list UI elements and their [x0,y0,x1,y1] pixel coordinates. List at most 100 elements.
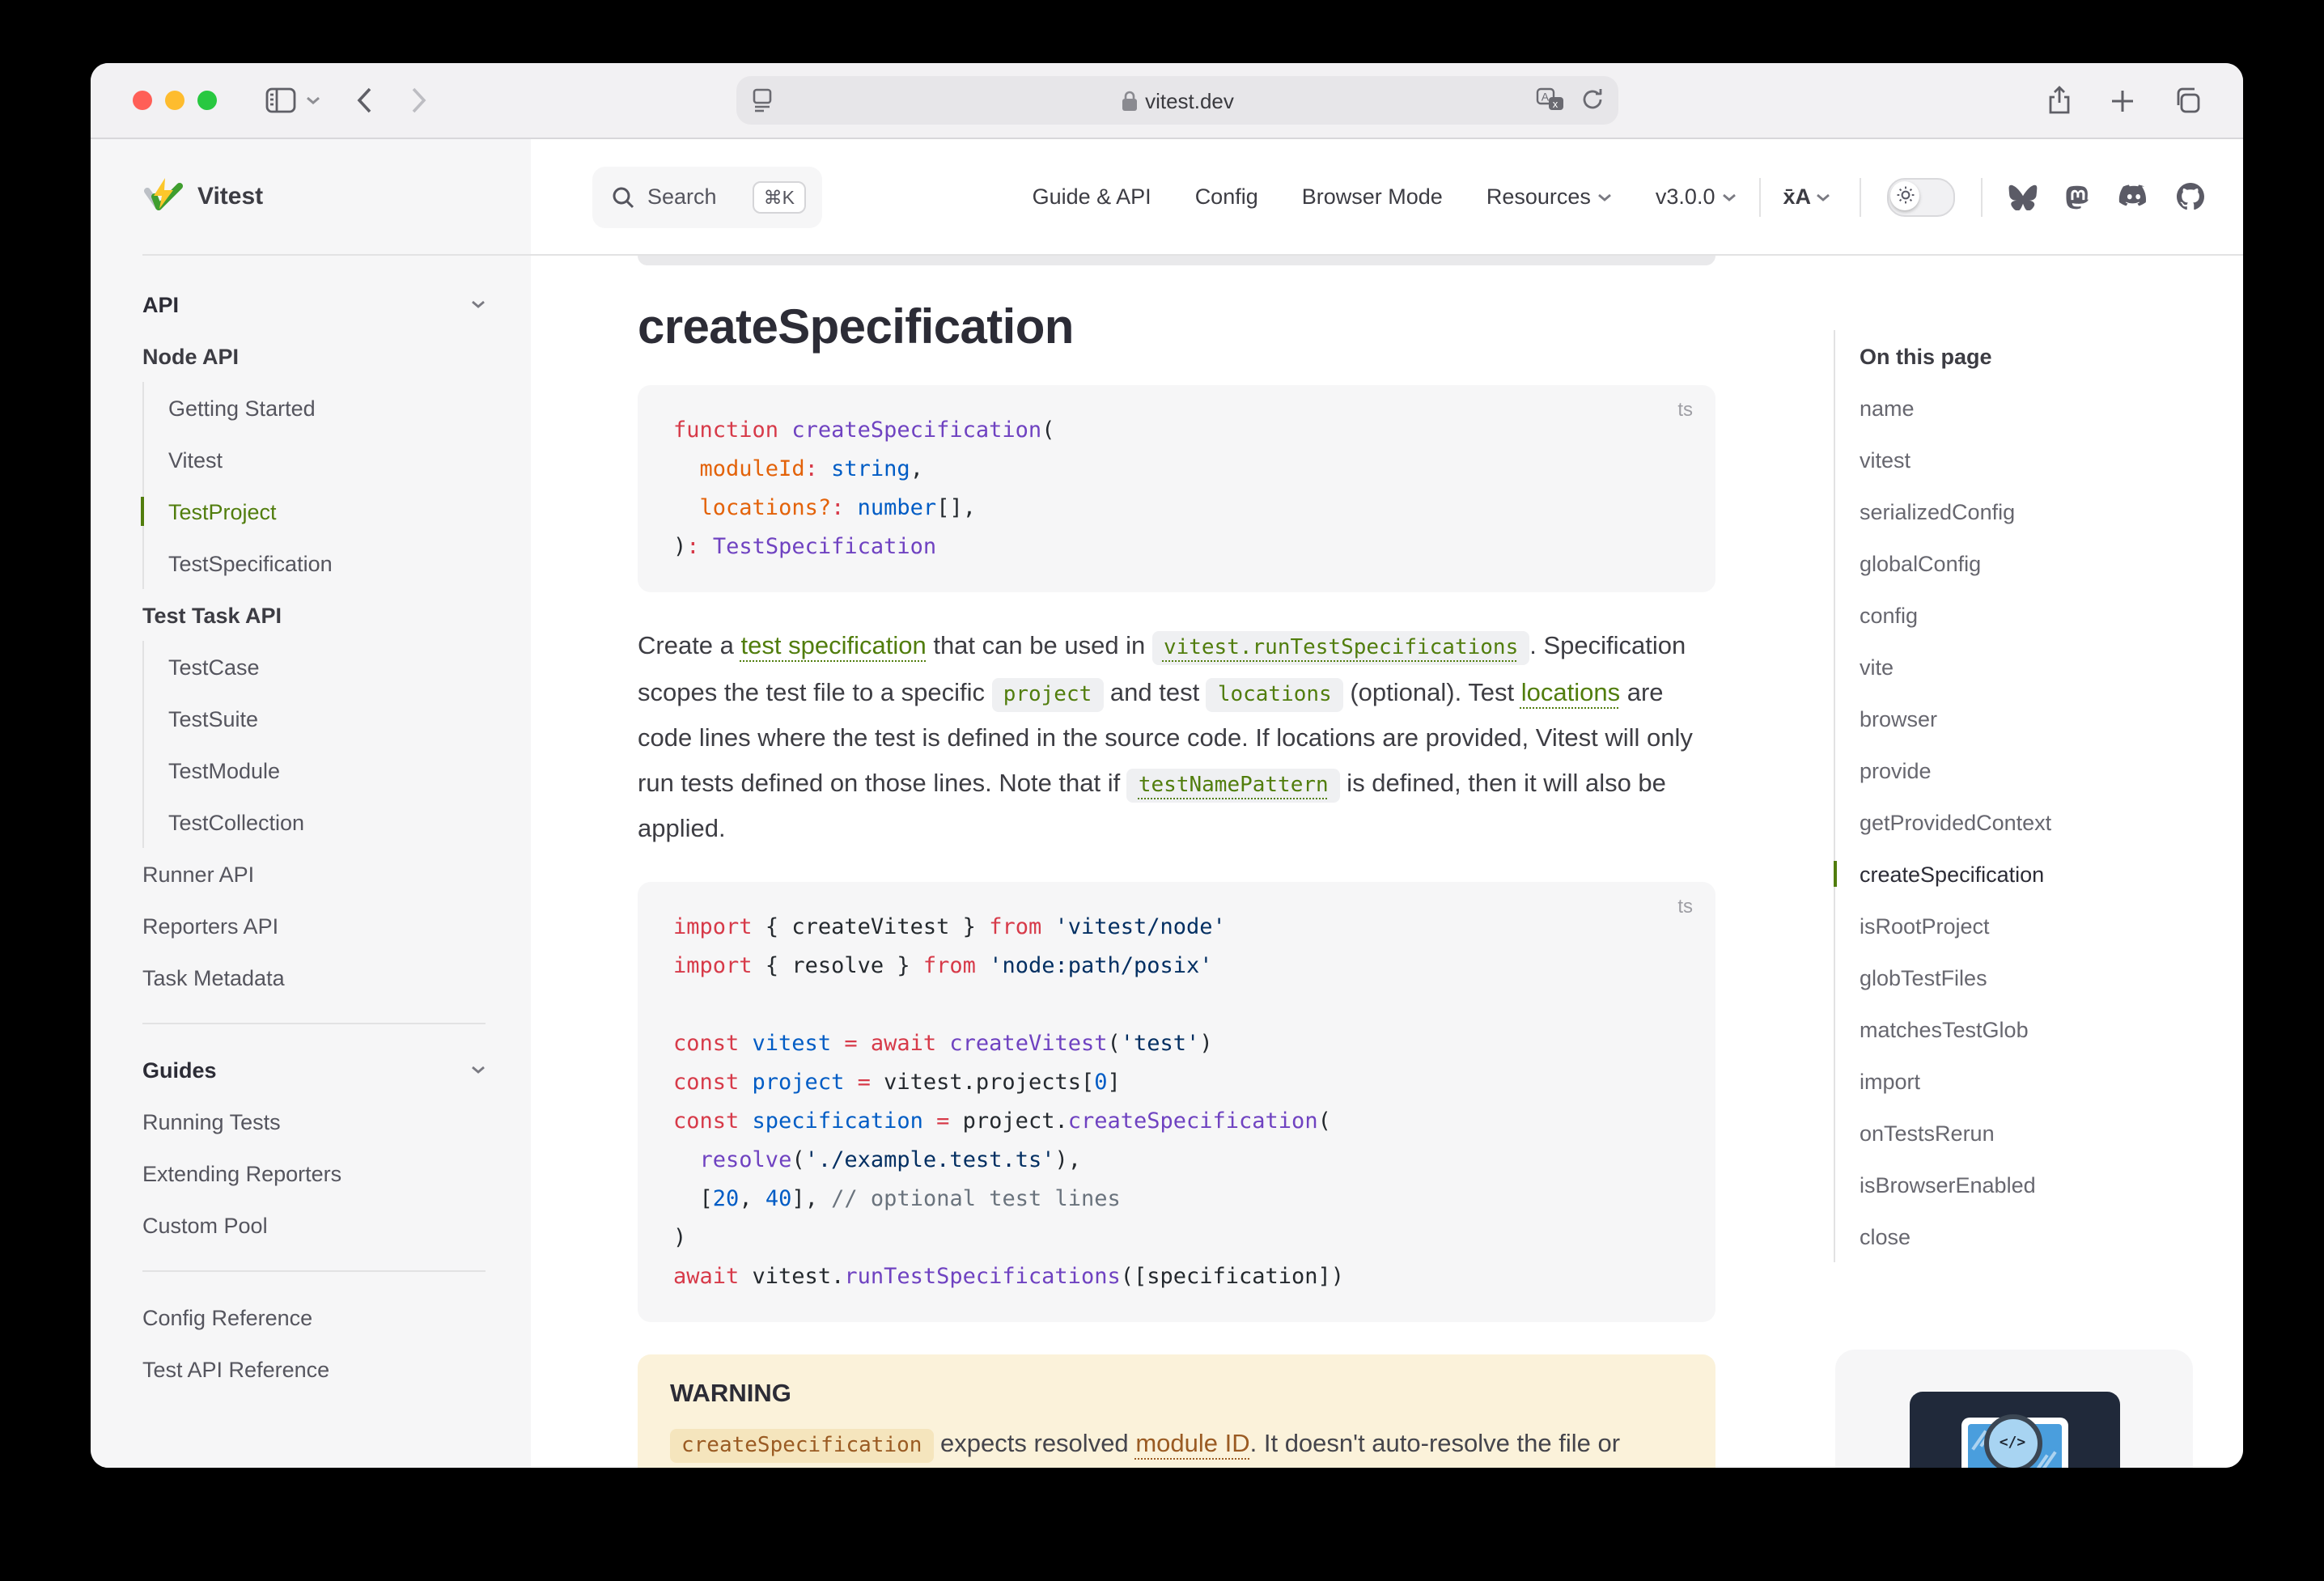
text-run: expects resolved [933,1430,1135,1457]
sidebar-item-testcase[interactable]: TestCase [168,641,486,693]
new-tab-icon[interactable] [2110,88,2135,112]
translate-icon[interactable]: A x [1536,87,1565,112]
warning-title: WARNING [670,1380,1683,1409]
on-this-page-title: On this page [1860,330,2243,382]
browser-titlebar: vitest.dev A x [91,63,2243,139]
sidebar-item-runner-api[interactable]: Runner API [142,848,486,900]
toc-item-browser[interactable]: browser [1860,693,2243,744]
text-run: (optional). Test [1343,679,1521,706]
sidebar-item-testcollection[interactable]: TestCollection [168,796,486,848]
toc-item-globalconfig[interactable]: globalConfig [1860,537,2243,589]
toc-item-vitest[interactable]: vitest [1860,434,2243,485]
toc-item-close[interactable]: close [1860,1210,2243,1262]
search-input[interactable]: Search ⌘K [592,166,822,227]
page-title: createSpecification [638,301,1715,356]
description-paragraph: Create a test specification that can be … [638,625,1715,852]
nav-link-resources[interactable]: Resources [1486,184,1612,209]
reload-icon[interactable] [1581,87,1604,112]
address-bar[interactable]: vitest.dev A x [736,76,1618,125]
sidebar-section-api[interactable]: API [142,278,486,330]
toc-item-getprovidedcontext[interactable]: getProvidedContext [1860,796,2243,848]
sidebar-item-custom-pool[interactable]: Custom Pool [142,1199,486,1251]
toc-item-import[interactable]: import [1860,1055,2243,1107]
nav-link-browser-mode[interactable]: Browser Mode [1302,184,1443,209]
monitor-illustration: </> [1961,1418,2067,1468]
content-area: createSpecification ts function createSp… [531,256,2243,1468]
bluesky-icon[interactable] [2008,184,2038,210]
sponsor-card[interactable]: </> [1835,1350,2193,1468]
inline-link[interactable]: module ID [1135,1430,1249,1457]
code-lang-badge: ts [1677,894,1693,917]
sidebar-item-testproject[interactable]: TestProject [168,485,486,537]
language-menu[interactable]: x̄A [1783,184,1830,209]
vitest-logo-icon [142,176,184,218]
minimize-window-button[interactable] [165,91,184,110]
forward-button[interactable] [411,87,427,113]
nav-link-guide-api[interactable]: Guide & API [1033,184,1151,209]
sidebar-group-test-task-api[interactable]: Test Task API [142,589,486,641]
code-magnifier-icon: </> [1983,1414,2042,1468]
tab-overview-icon[interactable] [2173,87,2201,113]
reader-icon[interactable] [751,87,774,113]
sidebar: Vitest APINode APIGetting StartedVitestT… [91,139,531,1468]
lock-icon [1121,90,1137,111]
sidebar-item-testspecification[interactable]: TestSpecification [168,537,486,589]
sidebar-group-children: TestCaseTestSuiteTestModuleTestCollectio… [142,641,486,848]
inline-link[interactable]: test specification [741,633,927,660]
sidebar-group-node-api[interactable]: Node API [142,330,486,382]
toc-item-provide[interactable]: provide [1860,744,2243,796]
inline-link[interactable]: vitest.runTestSpecifications [1152,631,1529,665]
sidebar-item-extending-reporters[interactable]: Extending Reporters [142,1147,486,1199]
inline-link[interactable]: testNamePattern [1127,768,1340,802]
sidebar-item-config-reference[interactable]: Config Reference [142,1291,486,1343]
github-icon[interactable] [2177,183,2204,210]
chevron-down-icon [471,299,486,309]
discord-icon[interactable] [2118,184,2149,209]
sidebar-item-testmodule[interactable]: TestModule [168,744,486,796]
sidebar-item-testsuite[interactable]: TestSuite [168,693,486,744]
sidebar-item-task-metadata[interactable]: Task Metadata [142,952,486,1003]
sidebar-item-getting-started[interactable]: Getting Started [168,382,486,434]
nav-link-v3-0-0[interactable]: v3.0.0 [1656,184,1737,209]
text-run: and test [1103,679,1207,706]
mastodon-icon[interactable] [2065,183,2091,210]
svg-text:A: A [1542,90,1550,103]
chevron-down-icon [1816,192,1830,201]
translate-glyph: x̄A [1783,184,1811,209]
toc-item-isbrowserenabled[interactable]: isBrowserEnabled [1860,1159,2243,1210]
sidebar-section-divider [142,1270,486,1272]
toc-item-globtestfiles[interactable]: globTestFiles [1860,952,2243,1003]
code-block-example[interactable]: ts import { createVitest } from 'vitest/… [638,881,1715,1321]
toc-item-createspecification[interactable]: createSpecification [1860,848,2243,900]
share-icon[interactable] [2047,86,2072,115]
toc-item-isrootproject[interactable]: isRootProject [1860,900,2243,952]
toc-item-vite[interactable]: vite [1860,641,2243,693]
sidebar-section-guides[interactable]: Guides [142,1044,486,1096]
toc-item-matchestestglob[interactable]: matchesTestGlob [1860,1003,2243,1055]
code-content: import { createVitest } from 'vitest/nod… [673,907,1680,1295]
code-lang-badge: ts [1677,398,1693,421]
text-run: Create a [638,633,741,660]
sidebar-toggle-icon[interactable] [265,87,296,113]
sidebar-chevron-icon[interactable] [306,95,320,105]
toc-item-serializedconfig[interactable]: serializedConfig [1860,485,2243,537]
nav-link-config[interactable]: Config [1195,184,1258,209]
sidebar-item-test-api-reference[interactable]: Test API Reference [142,1343,486,1395]
toc-item-config[interactable]: config [1860,589,2243,641]
code-block-signature[interactable]: ts function createSpecification( moduleI… [638,385,1715,592]
theme-toggle[interactable] [1887,177,1955,216]
search-placeholder: Search [647,184,717,209]
inline-code: locations [1207,677,1343,711]
inline-link[interactable]: locations [1521,679,1620,706]
close-window-button[interactable] [133,91,152,110]
toc-item-ontestsrerun[interactable]: onTestsRerun [1860,1107,2243,1159]
browser-window: vitest.dev A x [91,63,2243,1468]
toc-item-name[interactable]: name [1860,382,2243,434]
zoom-window-button[interactable] [197,91,217,110]
nav-links: Guide & API Config Browser Mode Resources v3… [1033,184,1737,209]
sidebar-item-vitest[interactable]: Vitest [168,434,486,485]
logo[interactable]: Vitest [91,139,531,254]
back-button[interactable] [356,87,372,113]
sidebar-item-reporters-api[interactable]: Reporters API [142,900,486,952]
sidebar-item-running-tests[interactable]: Running Tests [142,1096,486,1147]
